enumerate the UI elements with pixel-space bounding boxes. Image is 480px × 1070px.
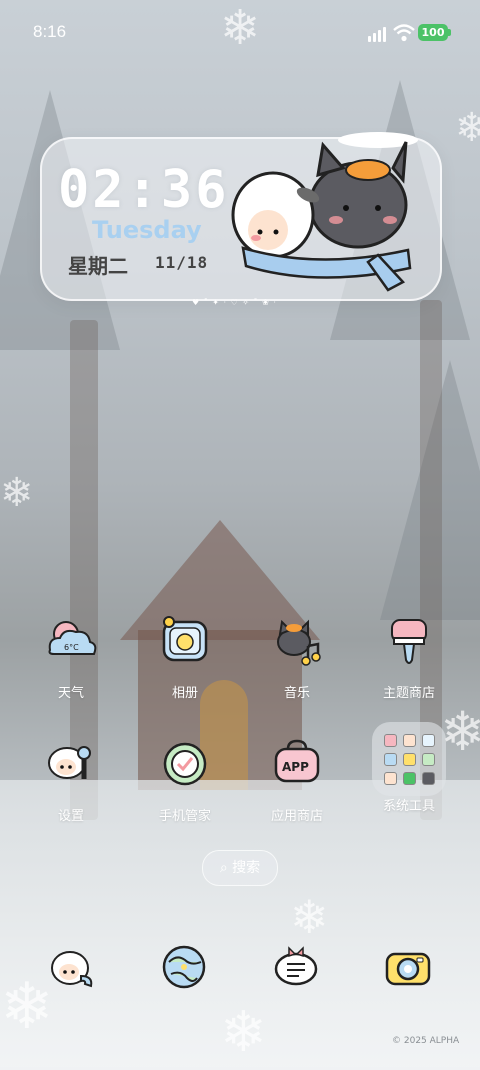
widget-clock: 02:36 <box>58 160 230 220</box>
app-label: 天气 <box>57 686 84 701</box>
dock-camera[interactable] <box>362 940 454 998</box>
app-store-icon: APP <box>274 739 320 783</box>
app-theme-store[interactable]: 主题商店 <box>363 612 455 701</box>
app-label: 主题商店 <box>382 686 435 701</box>
svg-text:APP: APP <box>282 760 309 774</box>
weather-cloud-icon: 6°C <box>48 621 97 655</box>
copyright-watermark: © 2025 ALPHA <box>392 1036 460 1046</box>
dock-phone[interactable] <box>26 940 118 998</box>
app-label: 应用商店 <box>270 809 323 824</box>
camera-icon <box>385 952 431 986</box>
dock-browser[interactable] <box>138 940 230 998</box>
phone-sheep-icon <box>51 951 93 988</box>
app-label: 相册 <box>171 686 198 701</box>
status-bar: 8:16 100 <box>0 0 480 66</box>
app-phone-manager[interactable]: 手机管家 <box>139 735 231 824</box>
settings-sheep-icon <box>48 746 91 779</box>
widget-weekday-en: Tuesday <box>92 216 202 244</box>
app-label: 设置 <box>57 809 84 824</box>
dock-messages[interactable] <box>250 940 342 998</box>
sheep-and-wolf-illustration <box>231 132 418 292</box>
search-label: 搜索 <box>232 860 261 876</box>
battery-indicator: 100 <box>418 24 451 41</box>
app-music[interactable]: 音乐 <box>251 612 343 701</box>
messages-bubble-icon <box>274 946 318 986</box>
app-label: 手机管家 <box>158 809 211 824</box>
app-album[interactable]: 相册 <box>139 612 231 701</box>
photo-album-chick-icon <box>162 616 208 662</box>
widget-date: 11/18 <box>155 253 209 272</box>
widget-weekday-cn: 星期二 <box>68 254 128 278</box>
app-weather[interactable]: 6°C 天气 <box>25 612 117 701</box>
phone-manager-shield-icon <box>163 742 207 786</box>
app-settings[interactable]: 设置 <box>25 735 117 824</box>
status-time: 8:16 <box>33 22 67 41</box>
browser-globe-icon <box>162 945 206 989</box>
widget-ribbon-decoration: ♥ ˚ ✦ · ♡ ✧ ˚ ❀ · <box>192 298 277 307</box>
music-cat-icon <box>277 619 321 666</box>
svg-text:6°C: 6°C <box>64 643 79 652</box>
app-label: 系统工具 <box>382 799 435 814</box>
app-app-store[interactable]: APP 应用商店 <box>251 735 343 824</box>
search-icon: ⌕ <box>219 860 228 876</box>
signal-icon <box>368 26 390 42</box>
wifi-icon <box>393 24 415 42</box>
search-button[interactable]: ⌕ 搜索 <box>202 850 278 886</box>
app-label: 音乐 <box>283 686 310 701</box>
app-system-tools[interactable]: 系统工具 <box>363 758 455 814</box>
theme-paintbrush-icon <box>391 619 427 664</box>
